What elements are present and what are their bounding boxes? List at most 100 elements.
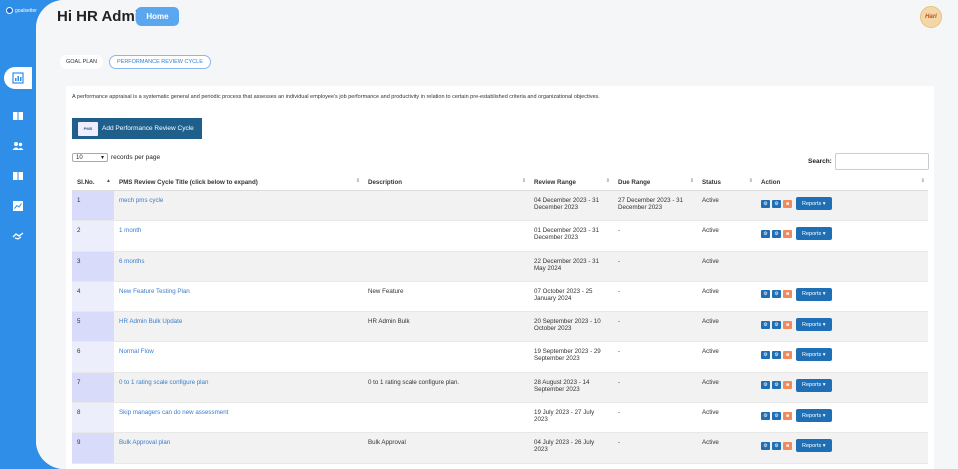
reports-dropdown-button[interactable]: Reports ▾ <box>796 318 832 332</box>
sort-icon: ⇕ <box>748 178 753 184</box>
delete-button[interactable]: ■ <box>783 229 792 238</box>
column-header-title[interactable]: PMS Review Cycle Title (click below to e… <box>114 174 363 191</box>
row-actions: ⚙ ⚙ ■ Reports ▾ <box>761 439 923 453</box>
column-header-due-range[interactable]: Due Range ⇕ <box>613 174 697 191</box>
table-row: 5 HR Admin Bulk Update HR Admin Bulk 20 … <box>72 311 928 343</box>
delete-button[interactable]: ■ <box>783 441 792 450</box>
row-actions: ⚙ ⚙ ■ Reports ▾ <box>761 378 923 392</box>
cell-description: HR Admin Bulk <box>363 311 529 343</box>
sidebar-item-dashboard[interactable] <box>9 69 27 87</box>
settings-button[interactable]: ⚙ <box>772 290 781 299</box>
sidebar-item-handshake[interactable] <box>9 227 27 245</box>
review-cycle-table: Sl.No. ▲ PMS Review Cycle Title (click be… <box>72 174 928 464</box>
cell-title-link[interactable]: 0 to 1 rating scale configure plan <box>114 372 363 404</box>
sidebar-item-book[interactable] <box>9 107 27 125</box>
analytics-icon <box>13 201 23 211</box>
cell-actions: ⚙ ⚙ ■ Reports ▾ <box>756 190 928 222</box>
chart-icon <box>12 72 24 84</box>
avatar[interactable]: Hari <box>920 6 942 28</box>
cell-actions: ⚙ ⚙ ■ Reports ▾ <box>756 341 928 373</box>
table-row: 7 0 to 1 rating scale configure plan 0 t… <box>72 372 928 404</box>
column-header-action[interactable]: Action ⇕ <box>756 174 928 191</box>
table-row: 9 Bulk Approval plan Bulk Approval 04 Ju… <box>72 432 928 464</box>
settings-button[interactable]: ⚙ <box>772 350 781 359</box>
reports-dropdown-button[interactable]: Reports ▾ <box>796 348 832 362</box>
cell-status: Active <box>697 372 756 404</box>
edit-button[interactable]: ⚙ <box>761 320 770 329</box>
edit-button[interactable]: ⚙ <box>761 290 770 299</box>
reports-dropdown-button[interactable]: Reports ▾ <box>796 287 832 301</box>
cell-status: Active <box>697 251 756 282</box>
cell-due-range: - <box>613 281 697 313</box>
settings-button[interactable]: ⚙ <box>772 381 781 390</box>
cell-slno: 3 <box>72 251 114 282</box>
cell-title-link[interactable]: 1 month <box>114 220 363 252</box>
page-length-select[interactable]: 10 ▾ <box>72 153 108 162</box>
settings-button[interactable]: ⚙ <box>772 320 781 329</box>
sort-asc-icon: ▲ <box>106 178 111 184</box>
edit-button[interactable]: ⚙ <box>761 441 770 450</box>
cell-slno: 9 <box>72 432 114 464</box>
delete-button[interactable]: ■ <box>783 199 792 208</box>
cell-title-link[interactable]: Skip managers can do new assessment <box>114 402 363 434</box>
tab-bar: GOAL PLAN PERFORMANCE REVIEW CYCLE <box>60 55 211 69</box>
column-header-slno[interactable]: Sl.No. ▲ <box>72 174 114 191</box>
reports-dropdown-button[interactable]: Reports ▾ <box>796 409 832 423</box>
settings-button[interactable]: ⚙ <box>772 441 781 450</box>
edit-button[interactable]: ⚙ <box>761 411 770 420</box>
home-button[interactable]: Home <box>136 7 179 26</box>
sidebar-item-users[interactable] <box>9 137 27 155</box>
search-input[interactable] <box>834 153 929 170</box>
reports-label: Reports <box>802 382 822 389</box>
delete-button[interactable]: ■ <box>783 411 792 420</box>
edit-button[interactable]: ⚙ <box>761 381 770 390</box>
edit-button[interactable]: ⚙ <box>761 350 770 359</box>
column-header-status[interactable]: Status ⇕ <box>697 174 756 191</box>
cell-title-link[interactable]: mech pms cycle <box>114 190 363 222</box>
cell-description <box>363 251 529 282</box>
edit-button[interactable]: ⚙ <box>761 199 770 208</box>
sidebar-item-reports[interactable] <box>9 167 27 185</box>
delete-button[interactable]: ■ <box>783 350 792 359</box>
cell-slno: 7 <box>72 372 114 404</box>
reports-dropdown-button[interactable]: Reports ▾ <box>796 439 832 453</box>
column-label: Sl.No. <box>77 178 95 186</box>
cell-status: Active <box>697 311 756 343</box>
table-row: 6 Normal Flow 19 September 2023 - 29 Sep… <box>72 341 928 373</box>
page-length-control: 10 ▾ records per page <box>72 153 160 162</box>
column-label: Due Range <box>618 178 651 186</box>
row-actions: ⚙ ⚙ ■ Reports ▾ <box>761 287 923 301</box>
cell-title-link[interactable]: Bulk Approval plan <box>114 432 363 464</box>
tab-performance-review-cycle[interactable]: PERFORMANCE REVIEW CYCLE <box>108 55 211 69</box>
sidebar-item-analytics[interactable] <box>9 197 27 215</box>
delete-button[interactable]: ■ <box>783 290 792 299</box>
cell-title-link[interactable]: HR Admin Bulk Update <box>114 311 363 343</box>
page-description: A performance appraisal is a systematic … <box>72 94 600 100</box>
edit-button[interactable]: ⚙ <box>761 229 770 238</box>
tab-goal-plan[interactable]: GOAL PLAN <box>60 55 103 69</box>
reports-dropdown-button[interactable]: Reports ▾ <box>796 378 832 392</box>
cell-description <box>363 190 529 222</box>
cell-review-range: 04 July 2023 - 26 July 2023 <box>529 432 613 464</box>
settings-button[interactable]: ⚙ <box>772 229 781 238</box>
reports-label: Reports <box>802 230 822 237</box>
column-header-description[interactable]: Description ⇕ <box>363 174 529 191</box>
delete-button[interactable]: ■ <box>783 320 792 329</box>
cell-title-link[interactable]: Normal Flow <box>114 341 363 373</box>
settings-button[interactable]: ⚙ <box>772 199 781 208</box>
cell-status: Active <box>697 220 756 252</box>
column-header-review-range[interactable]: Review Range ⇕ <box>529 174 613 191</box>
reports-dropdown-button[interactable]: Reports ▾ <box>796 197 832 210</box>
add-review-cycle-button[interactable]: PMS Add Performance Review Cycle <box>72 118 202 139</box>
sort-icon: ⇕ <box>521 178 526 184</box>
search-label: Search: <box>808 158 832 165</box>
reports-dropdown-button[interactable]: Reports ▾ <box>796 227 832 241</box>
reports-label: Reports <box>802 351 822 358</box>
delete-button[interactable]: ■ <box>783 381 792 390</box>
cell-title-link[interactable]: New Feature Testing Plan <box>114 281 363 313</box>
settings-button[interactable]: ⚙ <box>772 411 781 420</box>
cell-review-range: 01 December 2023 - 31 December 2023 <box>529 220 613 252</box>
open-book-icon <box>13 172 23 180</box>
sort-icon: ⇕ <box>920 178 925 184</box>
cell-title-link[interactable]: 6 months <box>114 251 363 282</box>
